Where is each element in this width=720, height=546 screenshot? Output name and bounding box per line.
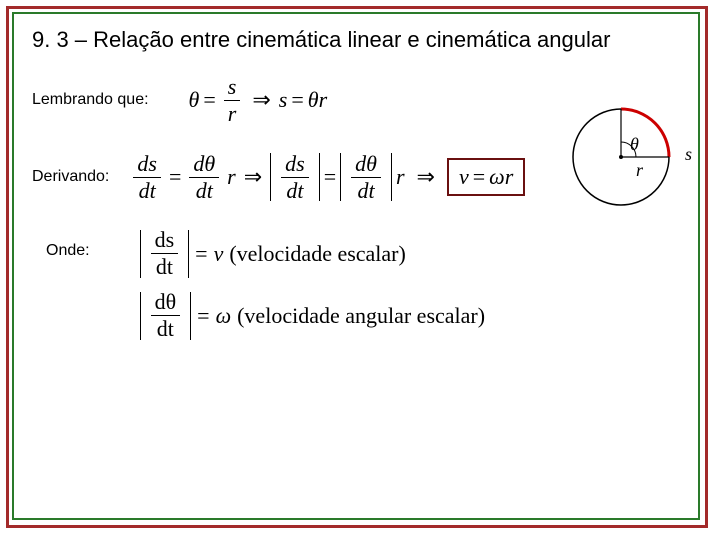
diagram-r-label: r [636,160,643,181]
equals: = [195,241,207,267]
r-sym: r [319,87,328,113]
circle-svg [566,102,686,212]
frac-den: dt [135,178,160,202]
boxed-result: v = ω r [447,158,525,196]
frac-den: r [224,101,241,125]
frac-den: dt [282,178,307,202]
frac-num: ds [281,153,309,178]
diagram-s-label: s [685,144,692,165]
frac-ds-dt: ds dt [151,229,179,278]
outer-frame: 9. 3 – Relação entre cinemática linear e… [6,6,708,528]
equals: = [291,87,303,113]
equals: = [169,164,181,190]
abs-ds-dt: ds dt [270,153,320,201]
circle-diagram: s r θ [566,102,686,217]
omega-sym: ω [216,303,232,329]
frac-num: ds [151,229,179,254]
eq-theta-s-r: θ = s r ⇒ s = θ r [189,76,328,125]
frac-num: dθ [189,153,219,178]
arrow-icon: ⇒ [244,164,262,190]
equals: = [197,303,209,329]
row-onde: Onde: ds dt = v (velocidade escalar) [32,230,680,340]
v-sym: v [214,241,224,267]
frac-dtheta-dt: dθ dt [351,153,381,202]
equals: = [473,164,485,190]
definitions: ds dt = v (velocidade escalar) dθ dt [140,230,485,340]
frac-dtheta-dt: dθ dt [151,291,181,340]
r-sym: r [396,164,405,190]
arrow-icon: ⇒ [417,164,435,190]
frac-den: dt [153,316,178,340]
r-sym: r [227,164,236,190]
frac-num: s [224,76,241,101]
arc-s [621,109,669,157]
frac-s-r: s r [224,76,241,125]
arrow-icon: ⇒ [252,87,270,113]
frac-dtheta-dt: dθ dt [189,153,219,202]
frac-ds-dt: ds dt [133,153,161,202]
equals: = [324,164,336,190]
abs-dtheta-dt: dθ dt [340,153,392,201]
diagram-theta-label: θ [630,134,639,155]
center-dot [619,155,623,159]
equals: = [203,87,215,113]
label-derivando: Derivando: [32,168,109,186]
def-omega: dθ dt = ω (velocidade angular escalar) [140,292,485,340]
def-v: ds dt = v (velocidade escalar) [140,230,485,278]
label-onde: Onde: [46,242,90,260]
abs-ds-dt: ds dt [140,230,190,278]
v-sym: v [459,164,469,190]
frac-ds-dt: ds dt [281,153,309,202]
frac-num: ds [133,153,161,178]
abs-dtheta-dt: dθ dt [140,292,192,340]
frac-den: dt [192,178,217,202]
frac-den: dt [152,254,177,278]
eq-derivative: ds dt = dθ dt r ⇒ ds dt = [129,153,525,202]
section-title: 9. 3 – Relação entre cinemática linear e… [32,26,680,54]
def-omega-text: (velocidade angular escalar) [237,303,485,329]
label-lembrando: Lembrando que: [32,91,149,109]
frac-den: dt [354,178,379,202]
frac-num: dθ [151,291,181,316]
theta-sym: θ [308,87,319,113]
theta-sym: θ [189,87,200,113]
frac-num: dθ [351,153,381,178]
omega-sym: ω [489,164,505,190]
inner-frame: 9. 3 – Relação entre cinemática linear e… [12,12,700,520]
r-sym: r [505,164,514,190]
s-sym: s [279,87,288,113]
def-v-text: (velocidade escalar) [229,241,406,267]
